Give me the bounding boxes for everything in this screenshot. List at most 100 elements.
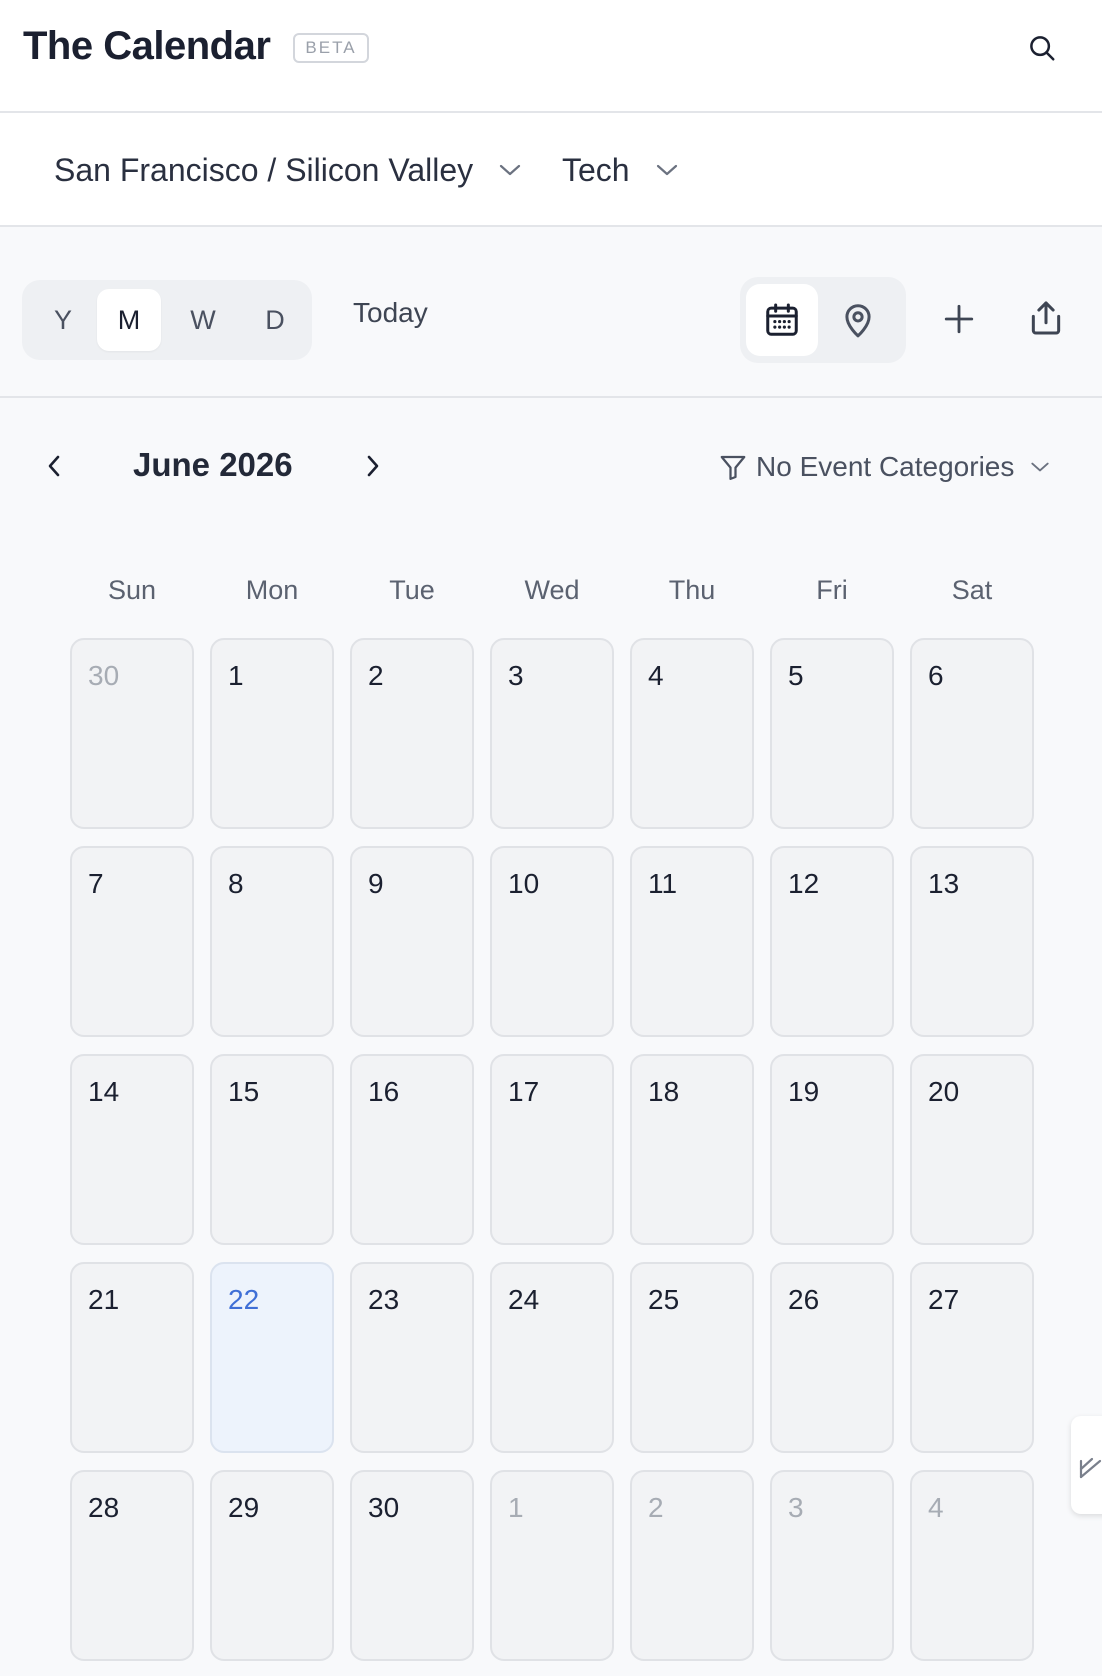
map-pin-icon bbox=[845, 304, 871, 338]
day-number: 9 bbox=[368, 868, 384, 899]
day-number: 10 bbox=[508, 868, 540, 899]
day-number: 2 bbox=[648, 1492, 664, 1523]
day-number: 19 bbox=[788, 1076, 820, 1107]
day-number: 4 bbox=[928, 1492, 944, 1523]
day-cell[interactable]: 30 bbox=[70, 638, 194, 829]
day-cell[interactable]: 3 bbox=[490, 638, 614, 829]
category-dropdown[interactable]: Tech bbox=[562, 143, 678, 197]
view-switcher: Y M W D bbox=[22, 280, 312, 360]
side-drawer-tab[interactable] bbox=[1071, 1416, 1102, 1514]
weekday-header: Sun Mon Tue Wed Thu Fri Sat bbox=[0, 575, 1102, 615]
event-category-filter[interactable]: No Event Categories bbox=[718, 444, 1050, 490]
day-number: 3 bbox=[788, 1492, 804, 1523]
day-cell[interactable]: 27 bbox=[910, 1262, 1034, 1453]
day-cell[interactable]: 17 bbox=[490, 1054, 614, 1245]
map-view-button[interactable] bbox=[822, 284, 894, 356]
filter-bar: San Francisco / Silicon Valley Tech bbox=[0, 113, 1102, 227]
weekday-label: Sat bbox=[951, 575, 993, 605]
weekday-label: Fri bbox=[816, 575, 848, 605]
day-number: 18 bbox=[648, 1076, 680, 1107]
day-cell[interactable]: 8 bbox=[210, 846, 334, 1037]
app-title[interactable]: The Calendar bbox=[23, 24, 271, 69]
day-cell[interactable]: 15 bbox=[210, 1054, 334, 1245]
day-cell[interactable]: 4 bbox=[910, 1470, 1034, 1661]
weekday-label: Thu bbox=[668, 575, 716, 605]
day-cell[interactable]: 14 bbox=[70, 1054, 194, 1245]
day-cell[interactable]: 19 bbox=[770, 1054, 894, 1245]
chevron-right-icon bbox=[367, 455, 379, 477]
day-cell[interactable]: 24 bbox=[490, 1262, 614, 1453]
day-cell[interactable]: 12 bbox=[770, 846, 894, 1037]
day-cell[interactable]: 21 bbox=[70, 1262, 194, 1453]
weekday-label: Wed bbox=[524, 575, 580, 605]
day-cell[interactable]: 11 bbox=[630, 846, 754, 1037]
weekday-label: Tue bbox=[389, 575, 435, 605]
chevron-down-icon bbox=[1030, 461, 1050, 473]
day-number: 14 bbox=[88, 1076, 120, 1107]
day-cell[interactable]: 20 bbox=[910, 1054, 1034, 1245]
view-month-button[interactable]: M bbox=[97, 289, 161, 351]
view-day-button[interactable]: D bbox=[243, 289, 307, 351]
day-cell[interactable]: 30 bbox=[350, 1470, 474, 1661]
day-cell[interactable]: 2 bbox=[350, 638, 474, 829]
day-cell[interactable]: 9 bbox=[350, 846, 474, 1037]
view-year-button[interactable]: Y bbox=[31, 289, 95, 351]
day-number: 15 bbox=[228, 1076, 260, 1107]
day-cell[interactable]: 1 bbox=[490, 1470, 614, 1661]
previous-month-button[interactable] bbox=[36, 440, 72, 492]
day-cell[interactable]: 26 bbox=[770, 1262, 894, 1453]
day-number: 21 bbox=[88, 1284, 120, 1315]
day-cell[interactable]: 18 bbox=[630, 1054, 754, 1245]
weekday-label: Mon bbox=[245, 575, 299, 605]
day-number: 2 bbox=[368, 660, 384, 691]
search-icon bbox=[1030, 36, 1055, 61]
day-cell[interactable]: 10 bbox=[490, 846, 614, 1037]
chevron-left-icon bbox=[48, 455, 60, 477]
search-button[interactable] bbox=[1020, 26, 1064, 70]
day-number: 11 bbox=[648, 868, 678, 899]
weekday-label: Sun bbox=[107, 575, 157, 605]
day-cell[interactable]: 13 bbox=[910, 846, 1034, 1037]
day-number: 3 bbox=[508, 660, 524, 691]
day-cell[interactable]: 29 bbox=[210, 1470, 334, 1661]
day-number: 20 bbox=[928, 1076, 960, 1107]
chevron-down-icon bbox=[499, 163, 521, 177]
day-number: 26 bbox=[788, 1284, 820, 1315]
day-cell[interactable]: 7 bbox=[70, 846, 194, 1037]
day-cell[interactable]: 16 bbox=[350, 1054, 474, 1245]
day-number: 27 bbox=[928, 1284, 960, 1315]
day-cell-today[interactable]: 22 bbox=[210, 1262, 334, 1453]
day-number: 29 bbox=[228, 1492, 260, 1523]
calendar-view-button[interactable] bbox=[746, 284, 818, 356]
day-number: 30 bbox=[88, 660, 120, 691]
day-number: 6 bbox=[928, 660, 944, 691]
day-number: 22 bbox=[228, 1284, 260, 1315]
day-cell[interactable]: 25 bbox=[630, 1262, 754, 1453]
day-cell[interactable]: 1 bbox=[210, 638, 334, 829]
today-button[interactable]: Today bbox=[353, 297, 428, 329]
day-cell[interactable]: 5 bbox=[770, 638, 894, 829]
day-cell[interactable]: 23 bbox=[350, 1262, 474, 1453]
view-week-button[interactable]: W bbox=[171, 289, 235, 351]
day-number: 8 bbox=[228, 868, 244, 899]
filter-icon bbox=[720, 455, 746, 480]
day-cell[interactable]: 6 bbox=[910, 638, 1034, 829]
day-cell[interactable]: 28 bbox=[70, 1470, 194, 1661]
region-dropdown[interactable]: San Francisco / Silicon Valley bbox=[54, 143, 521, 197]
day-number: 13 bbox=[928, 868, 960, 899]
region-label: San Francisco / Silicon Valley bbox=[54, 151, 474, 188]
beta-badge: BETA bbox=[293, 33, 369, 63]
category-label: Tech bbox=[562, 151, 630, 188]
calendar-icon bbox=[766, 303, 798, 336]
display-mode-toggle bbox=[740, 277, 906, 363]
day-number: 4 bbox=[648, 660, 664, 691]
plus-icon bbox=[944, 304, 974, 334]
day-number: 23 bbox=[368, 1284, 400, 1315]
share-button[interactable] bbox=[1020, 292, 1072, 344]
add-event-button[interactable] bbox=[934, 294, 984, 344]
day-number: 1 bbox=[508, 1492, 524, 1523]
next-month-button[interactable] bbox=[355, 440, 391, 492]
day-cell[interactable]: 4 bbox=[630, 638, 754, 829]
day-cell[interactable]: 2 bbox=[630, 1470, 754, 1661]
day-cell[interactable]: 3 bbox=[770, 1470, 894, 1661]
